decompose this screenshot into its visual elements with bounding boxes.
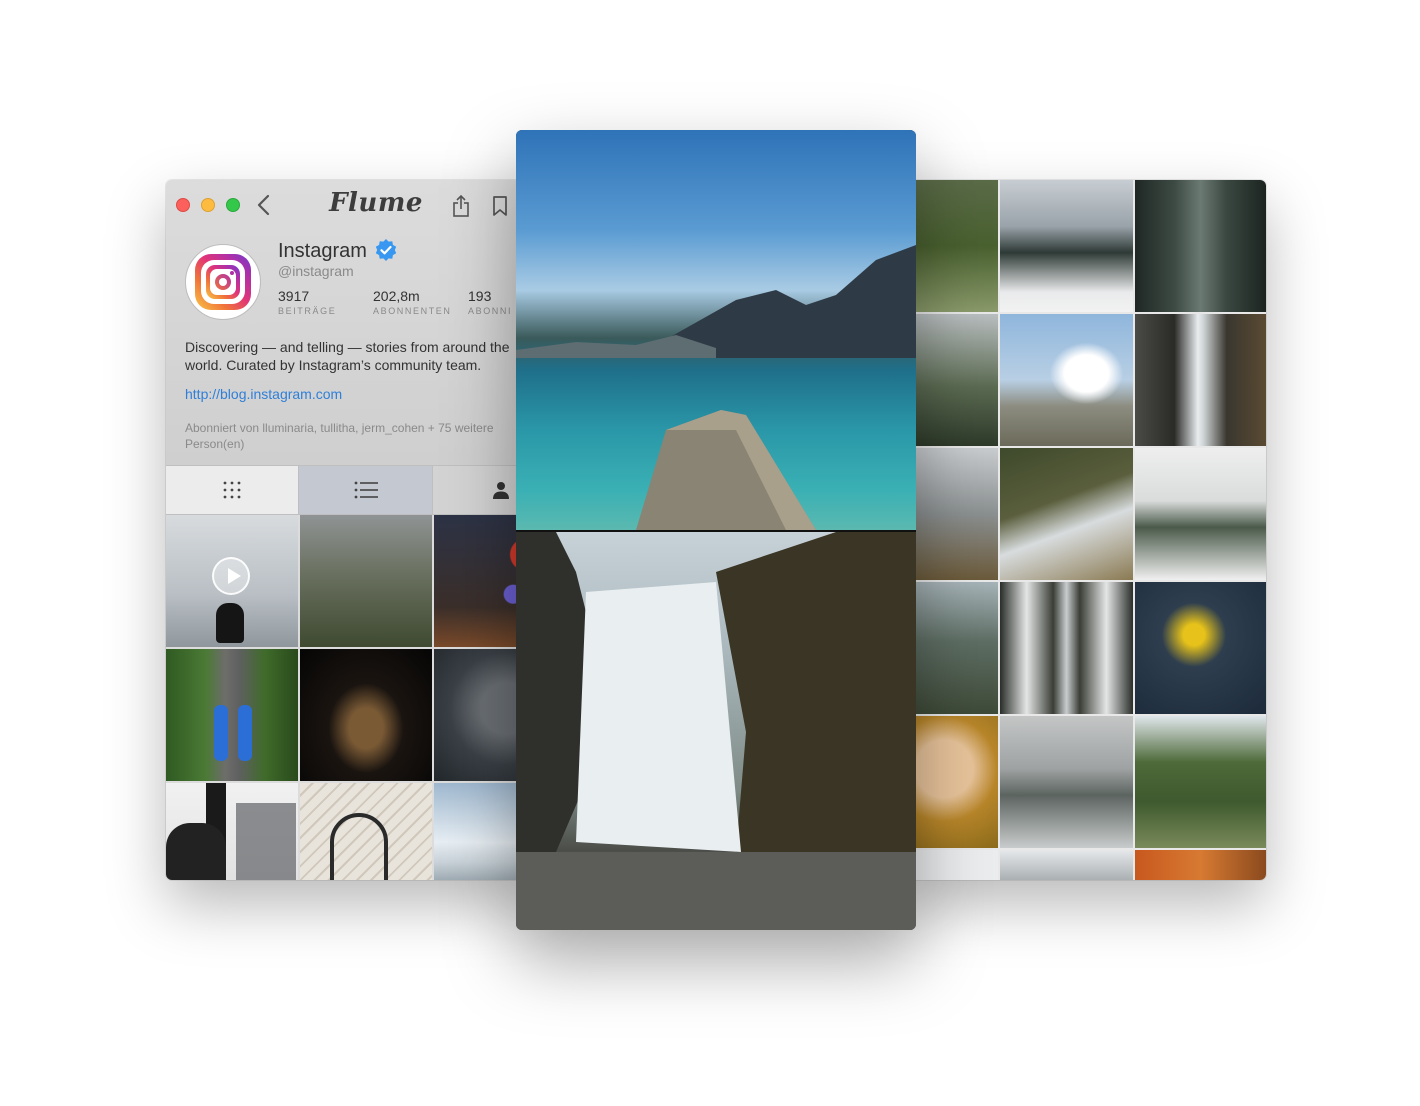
instagram-logo-icon — [195, 254, 251, 310]
close-window-button[interactable] — [176, 198, 190, 212]
post-thumbnail[interactable] — [1135, 314, 1266, 446]
person-icon — [493, 482, 509, 499]
post-thumbnail[interactable] — [1135, 448, 1266, 580]
profile-bio: Discovering — and telling — stories from… — [185, 338, 525, 374]
share-icon — [453, 194, 469, 217]
post-thumbnail[interactable] — [300, 783, 432, 880]
post-thumbnail[interactable] — [166, 649, 298, 781]
website-link[interactable]: http://blog.instagram.com — [185, 386, 342, 402]
post-thumbnail[interactable] — [300, 649, 432, 781]
post-thumbnail[interactable] — [166, 515, 298, 647]
stat-value: 202,8m — [373, 288, 420, 304]
chevron-left-icon — [257, 194, 270, 216]
post-thumbnail[interactable] — [1000, 180, 1133, 312]
stat-label: BEITRÄGE — [278, 306, 337, 316]
followed-by-line: Abonniert von lluminaria, tullitha, jerm… — [185, 421, 494, 435]
feed-photo-waterfall[interactable] — [516, 532, 916, 930]
stat-value: 193 — [468, 288, 492, 304]
play-video-button[interactable] — [212, 557, 250, 595]
post-grid — [166, 515, 536, 880]
stat-followers[interactable]: 202,8m ABONNENTEN — [373, 288, 452, 316]
explore-window — [900, 180, 1266, 880]
post-thumbnail[interactable] — [1135, 850, 1266, 880]
app-title: Flume — [329, 188, 423, 218]
list-icon — [354, 481, 378, 499]
bio-line: world. Curated by Instagram’s community … — [185, 357, 482, 373]
photo-feed-window — [516, 130, 916, 930]
post-thumbnail[interactable] — [1135, 582, 1266, 714]
post-thumbnail[interactable] — [1000, 314, 1133, 446]
share-button[interactable] — [450, 194, 472, 218]
view-mode-tabs — [166, 465, 536, 515]
followed-by-text: Abonniert von lluminaria, tullitha, jerm… — [185, 420, 530, 452]
post-thumbnail[interactable] — [1000, 582, 1133, 714]
stat-label: ABONNI — [468, 306, 513, 316]
waterfall-graphic — [516, 532, 916, 930]
minimize-window-button[interactable] — [201, 198, 215, 212]
mountains-pier-graphic — [516, 245, 916, 530]
feed-photo-lake[interactable] — [516, 130, 916, 530]
post-thumbnail[interactable] — [1000, 850, 1133, 880]
stat-label: ABONNENTEN — [373, 306, 452, 316]
stat-following[interactable]: 193 ABONNI — [468, 288, 512, 316]
tab-grid[interactable] — [166, 466, 299, 514]
verified-badge-icon — [375, 239, 397, 261]
zoom-window-button[interactable] — [226, 198, 240, 212]
post-thumbnail[interactable] — [166, 783, 298, 880]
back-button[interactable] — [254, 192, 274, 218]
grid-icon — [223, 481, 241, 499]
post-thumbnail[interactable] — [1135, 716, 1266, 848]
post-thumbnail[interactable] — [1000, 448, 1133, 580]
post-thumbnail[interactable] — [300, 515, 432, 647]
bio-line: Discovering — and telling — stories from… — [185, 339, 510, 355]
bookmark-icon — [493, 196, 507, 216]
avatar[interactable] — [185, 244, 261, 320]
stat-posts[interactable]: 3917 BEITRÄGE — [278, 288, 336, 316]
bookmark-button[interactable] — [490, 194, 510, 218]
stat-value: 3917 — [278, 288, 310, 304]
post-thumbnail[interactable] — [1135, 180, 1266, 312]
profile-name: Instagram — [278, 240, 367, 262]
profile-window: Flume Instagram @instagram 3917 BEITRÄGE — [166, 180, 536, 880]
title-bar: Flume — [166, 180, 536, 230]
profile-handle: @instagram — [278, 263, 354, 279]
tab-list[interactable] — [299, 466, 433, 514]
post-thumbnail[interactable] — [1000, 716, 1133, 848]
followed-by-line: Person(en) — [185, 437, 245, 451]
